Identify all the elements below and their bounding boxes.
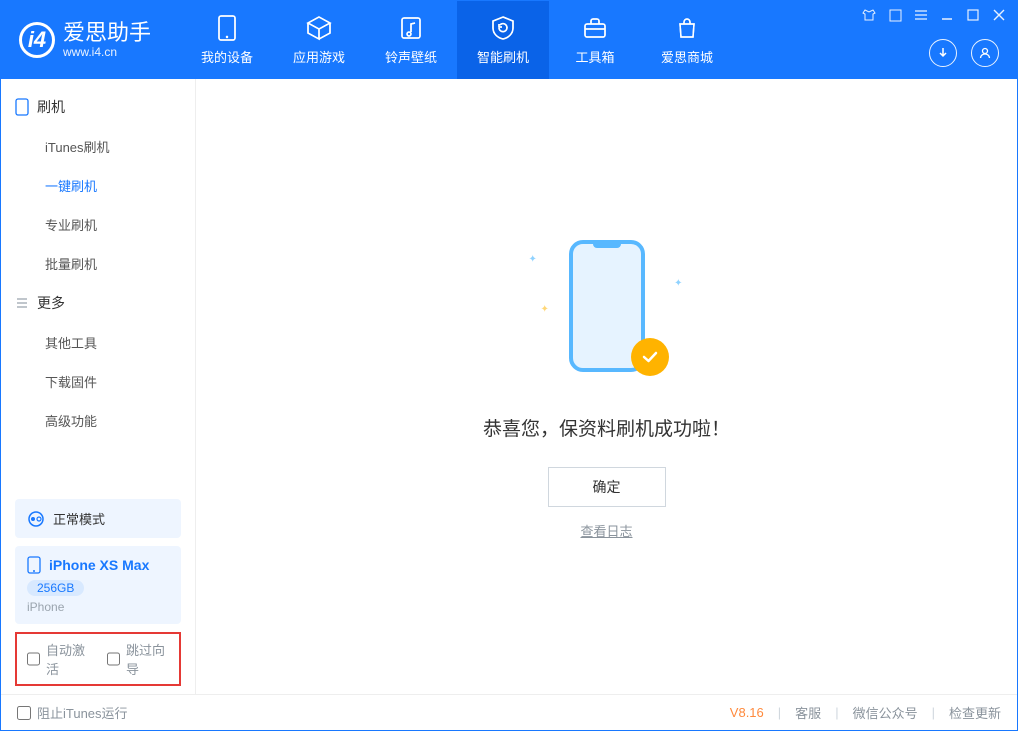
box-icon[interactable] [887,7,903,23]
close-button[interactable] [991,7,1007,23]
sidebar-item-oneclick-flash[interactable]: 一键刷机 [1,166,195,205]
nav-label: 智能刷机 [477,47,529,66]
header-action-circles [929,39,999,67]
nav-ringtones[interactable]: 铃声壁纸 [365,1,457,79]
sidebar-item-itunes-flash[interactable]: iTunes刷机 [1,127,195,166]
sidebar-item-download-firmware[interactable]: 下载固件 [1,362,195,401]
success-title: 恭喜您，保资料刷机成功啦！ [483,414,730,441]
checkbox-auto-activate[interactable]: 自动激活 [27,640,89,678]
device-card[interactable]: iPhone XS Max 256GB iPhone [15,546,181,624]
nav-store[interactable]: 爱思商城 [641,1,733,79]
checkbox-input[interactable] [17,706,31,720]
checkbox-input[interactable] [107,652,120,666]
sidebar-group-flash: 刷机 [1,87,195,127]
list-icon [15,296,29,310]
mode-card[interactable]: 正常模式 [15,499,181,538]
sidebar-group-title: 刷机 [37,97,65,117]
ok-button[interactable]: 确定 [548,467,666,507]
view-log-link[interactable]: 查看日志 [580,521,632,540]
sidebar-group-more: 更多 [1,283,195,323]
highlighted-options-box: 自动激活 跳过向导 [15,632,181,686]
sidebar-group-title: 更多 [37,293,65,313]
mode-label: 正常模式 [53,509,105,528]
sidebar-item-other-tools[interactable]: 其他工具 [1,323,195,362]
checkbox-block-itunes[interactable]: 阻止iTunes运行 [17,703,128,722]
version-label: V8.16 [730,705,764,720]
checkbox-label: 阻止iTunes运行 [37,703,128,722]
shirt-icon[interactable] [861,7,877,23]
music-icon [399,15,423,41]
menu-icon[interactable] [913,7,929,23]
header: i4 爱思助手 www.i4.cn 我的设备 应用游戏 铃声壁纸 智能刷机 [1,1,1017,79]
mode-icon [27,510,45,528]
nav-smart-flash[interactable]: 智能刷机 [457,1,549,79]
checkbox-label: 跳过向导 [126,640,169,678]
phone-small-icon [27,556,41,574]
main-content: ✦ ✦ ✦ 恭喜您，保资料刷机成功啦！ 确定 查看日志 [196,79,1017,694]
footer-link-update[interactable]: 检查更新 [949,703,1001,722]
toolbox-icon [582,15,608,41]
phone-small-icon [15,98,29,116]
device-type: iPhone [27,600,169,614]
sidebar-item-pro-flash[interactable]: 专业刷机 [1,205,195,244]
nav-label: 应用游戏 [293,47,345,66]
refresh-shield-icon [490,15,516,41]
app-window: i4 爱思助手 www.i4.cn 我的设备 应用游戏 铃声壁纸 智能刷机 [0,0,1018,731]
success-illustration: ✦ ✦ ✦ [527,234,687,384]
nav-label: 我的设备 [201,47,253,66]
sidebar-item-advanced[interactable]: 高级功能 [1,401,195,440]
checkbox-skip-guide[interactable]: 跳过向导 [107,640,169,678]
bag-icon [675,15,699,41]
app-url: www.i4.cn [63,46,151,59]
nav-label: 铃声壁纸 [385,47,437,66]
logo: i4 爱思助手 www.i4.cn [19,1,151,79]
maximize-button[interactable] [965,7,981,23]
nav-label: 爱思商城 [661,47,713,66]
app-name: 爱思助手 [63,21,151,45]
window-controls [861,7,1007,23]
minimize-button[interactable] [939,7,955,23]
nav-label: 工具箱 [576,47,615,66]
checkbox-input[interactable] [27,652,40,666]
footer-link-wechat[interactable]: 微信公众号 [853,703,918,722]
device-icon [218,15,236,41]
logo-icon: i4 [19,22,55,58]
footer-link-support[interactable]: 客服 [795,703,821,722]
user-button[interactable] [971,39,999,67]
sidebar-item-batch-flash[interactable]: 批量刷机 [1,244,195,283]
download-button[interactable] [929,39,957,67]
nav-my-device[interactable]: 我的设备 [181,1,273,79]
storage-badge: 256GB [27,580,84,596]
top-nav: 我的设备 应用游戏 铃声壁纸 智能刷机 工具箱 爱思商城 [181,1,733,79]
device-name: iPhone XS Max [49,557,149,573]
body: 刷机 iTunes刷机 一键刷机 专业刷机 批量刷机 更多 其他工具 下载固件 … [1,79,1017,694]
sidebar: 刷机 iTunes刷机 一键刷机 专业刷机 批量刷机 更多 其他工具 下载固件 … [1,79,196,694]
nav-apps-games[interactable]: 应用游戏 [273,1,365,79]
cube-icon [306,15,332,41]
checkbox-label: 自动激活 [46,640,89,678]
footer: 阻止iTunes运行 V8.16 | 客服 | 微信公众号 | 检查更新 [1,694,1017,730]
check-badge-icon [631,338,669,376]
nav-toolbox[interactable]: 工具箱 [549,1,641,79]
